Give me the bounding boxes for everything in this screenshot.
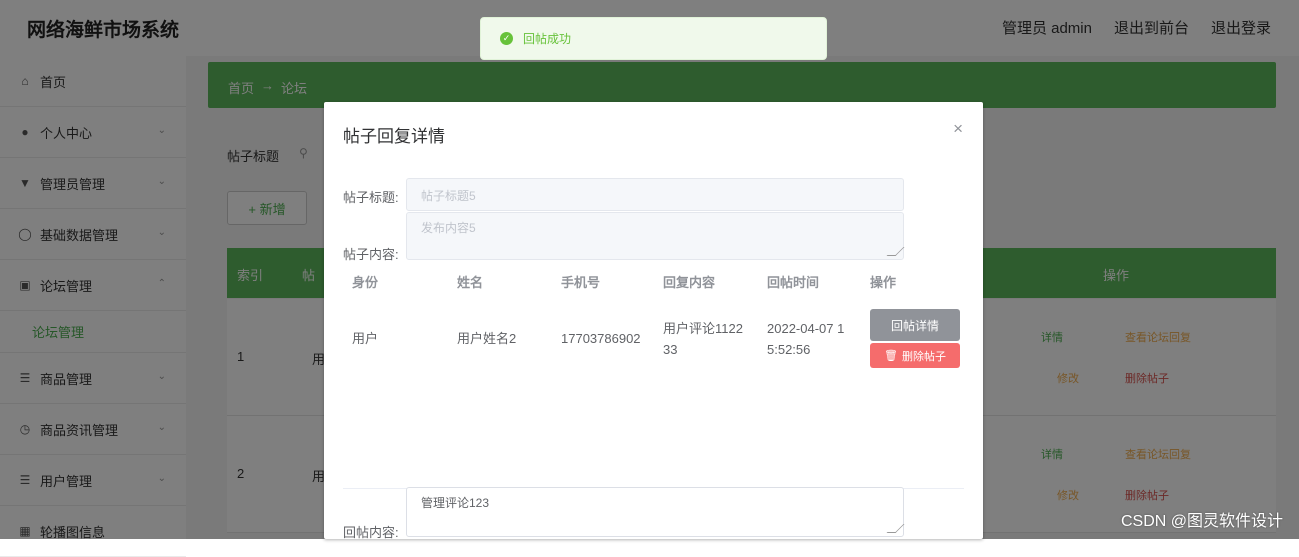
reply-detail-button[interactable]: 回帖详情 [870,309,960,341]
reply-delete-label: 删除帖子 [901,350,946,363]
post-content-text: 发布内容5 [421,221,476,235]
post-content-label: 帖子内容: [343,247,399,262]
check-circle-icon: ✓ [500,32,513,45]
reply-table-header: 操作 [870,275,897,290]
trash-icon: 🗑︎ [884,350,898,362]
reply-table-header: 回帖时间 [767,275,820,290]
reply-delete-button[interactable]: 🗑︎ 删除帖子 [870,343,960,368]
reply-cell-role: 用户 [352,331,379,346]
resize-handle-icon[interactable] [886,247,905,256]
reply-table-header: 手机号 [561,275,601,290]
post-title-field[interactable]: 帖子标题5 [406,178,904,211]
reply-content-textarea[interactable]: 管理评论123 [406,487,905,537]
reply-content-label: 回帖内容: [343,525,399,539]
resize-handle-icon[interactable] [886,524,905,533]
toast-message: 回帖成功 [523,32,572,46]
reply-table-header: 姓名 [457,275,484,290]
post-title-label: 帖子标题: [343,190,399,205]
reply-cell-content: 用户评论1122 33 [663,321,743,357]
post-content-field[interactable]: 发布内容5 [406,212,905,260]
watermark: CSDN @图灵软件设计 [1120,513,1283,530]
reply-cell-time: 2022-04-07 1 5:52:56 [767,321,845,357]
close-icon[interactable]: × [953,119,963,139]
dialog-title: 帖子回复详情 [343,127,445,146]
reply-detail-dialog: 帖子回复详情 × 帖子标题: 帖子标题5 帖子内容: 发布内容5 身份 姓名 手… [324,102,983,539]
reply-content-text: 管理评论123 [421,496,490,510]
reply-table-header: 回复内容 [663,275,716,290]
reply-cell-phone: 17703786902 [561,331,641,346]
reply-table-header: 身份 [352,275,379,290]
reply-cell-name: 用户姓名2 [457,331,517,346]
success-toast: ✓ 回帖成功 [480,17,827,60]
